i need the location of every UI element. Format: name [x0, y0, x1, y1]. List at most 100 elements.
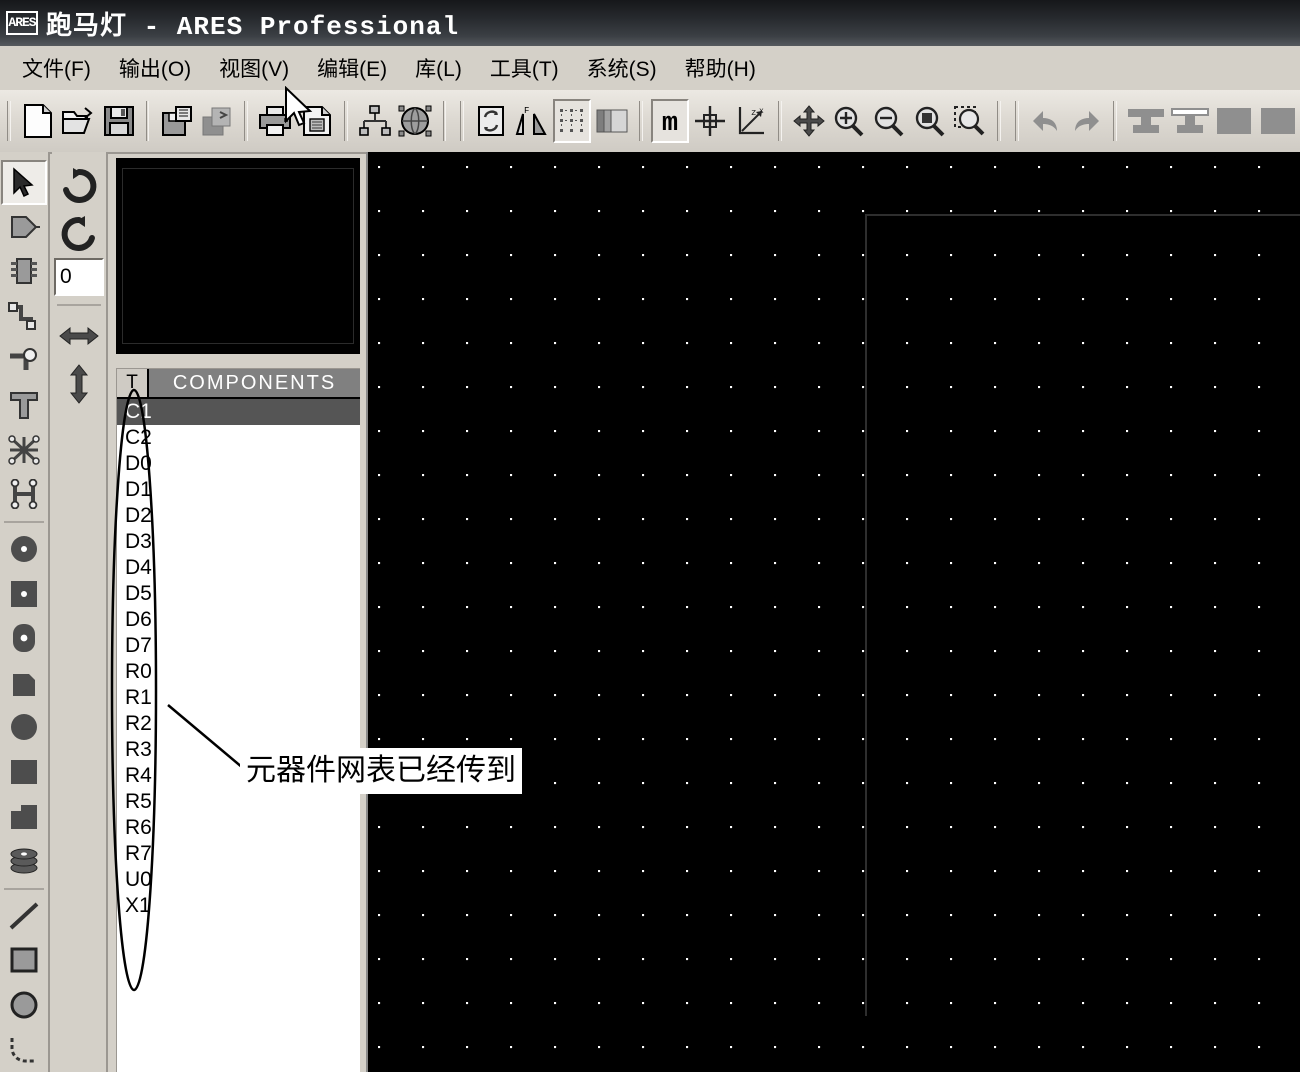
rotate-ccw-icon[interactable] — [54, 210, 104, 258]
menu-help[interactable]: 帮助(H) — [673, 51, 768, 85]
list-item[interactable]: D3 — [117, 529, 360, 555]
toolbar-divider — [639, 101, 643, 141]
list-item[interactable]: C1 — [117, 399, 360, 425]
3d-view-icon[interactable] — [396, 99, 434, 143]
menu-view[interactable]: 视图(V) — [207, 51, 301, 85]
refresh-netlist-icon[interactable] — [472, 99, 510, 143]
list-item[interactable]: U0 — [117, 867, 360, 893]
import-icon[interactable] — [157, 99, 195, 143]
line-2d-icon[interactable] — [1, 894, 47, 939]
ratsnest-mode-icon[interactable] — [1, 428, 47, 473]
via-mode-icon[interactable] — [1, 338, 47, 383]
overview-preview-panel[interactable] — [116, 158, 360, 354]
list-item[interactable]: X1 — [117, 893, 360, 919]
list-item[interactable]: D7 — [117, 633, 360, 659]
block-copy-icon[interactable] — [1125, 99, 1167, 143]
pad-stack-icon[interactable] — [1, 839, 47, 884]
pcb-editor-canvas[interactable] — [366, 152, 1300, 1072]
block-move-icon[interactable] — [1169, 99, 1211, 143]
svg-text:x: x — [759, 107, 764, 116]
list-item[interactable]: R7 — [117, 841, 360, 867]
toolbar-divider — [344, 101, 348, 141]
block-rotate-icon[interactable] — [1213, 99, 1255, 143]
circle-2d-icon[interactable] — [1, 983, 47, 1028]
layers-icon[interactable] — [593, 99, 631, 143]
menu-file[interactable]: 文件(F) — [10, 51, 103, 85]
menu-edit[interactable]: 编辑(E) — [305, 51, 399, 85]
overview-viewport — [122, 168, 354, 344]
component-mode-icon[interactable] — [1, 205, 47, 250]
grid-toggle-icon[interactable] — [552, 99, 591, 143]
block-delete-icon[interactable] — [1257, 99, 1299, 143]
list-item[interactable]: R6 — [117, 815, 360, 841]
mode-toolbar — [0, 152, 50, 1072]
rotation-angle-input[interactable]: 0 — [54, 258, 104, 296]
netlist-icon[interactable] — [356, 99, 394, 143]
board-edge-rectangle — [865, 214, 1300, 1016]
main-toolbar: F m z x — [0, 90, 1300, 154]
toolbar-divider — [57, 304, 101, 306]
zone-mode-icon[interactable] — [1, 383, 47, 428]
toolbar-divider — [777, 101, 782, 141]
list-item[interactable]: D6 — [117, 607, 360, 633]
save-disk-icon[interactable] — [99, 99, 137, 143]
dil-pad-icon[interactable] — [1, 616, 47, 661]
annotation-text: 元器件网表已经传到 — [240, 748, 522, 794]
ares-logo-icon: ARES — [6, 11, 38, 35]
svg-text:z: z — [751, 108, 756, 118]
track-mode-icon[interactable] — [1, 294, 47, 339]
list-item[interactable]: D0 — [117, 451, 360, 477]
toolbar-divider — [442, 101, 447, 141]
circular-smt-pad-icon[interactable] — [1, 705, 47, 750]
list-item[interactable]: D4 — [117, 555, 360, 581]
mirror-x-icon[interactable] — [54, 312, 104, 360]
false-origin-icon[interactable]: zx — [732, 99, 770, 143]
list-item[interactable]: R0 — [117, 659, 360, 685]
selection-arrow-icon[interactable] — [1, 160, 47, 205]
zoom-all-icon[interactable] — [911, 99, 949, 143]
new-file-icon[interactable] — [19, 99, 57, 143]
menu-library[interactable]: 库(L) — [403, 51, 474, 85]
design-rule-icon[interactable]: F — [512, 99, 550, 143]
undo-icon[interactable] — [1027, 99, 1065, 143]
mirror-y-icon[interactable] — [54, 360, 104, 408]
redo-icon[interactable] — [1067, 99, 1105, 143]
list-item[interactable]: D5 — [117, 581, 360, 607]
package-mode-icon[interactable] — [1, 249, 47, 294]
zoom-in-icon[interactable] — [830, 99, 868, 143]
components-column-header[interactable]: COMPONENTS — [149, 369, 360, 397]
polygonal-pad-icon[interactable] — [1, 794, 47, 839]
open-folder-icon[interactable] — [59, 99, 97, 143]
connectivity-icon[interactable] — [1, 472, 47, 517]
menu-system[interactable]: 系统(S) — [575, 51, 669, 85]
components-list-panel: T COMPONENTS C1 C2 D0 D1 D2 D3 D4 D5 D6 … — [116, 368, 360, 1072]
toolbar-divider — [7, 101, 11, 141]
zoom-area-icon[interactable] — [951, 99, 989, 143]
origin-icon[interactable] — [691, 99, 729, 143]
list-item[interactable]: D2 — [117, 503, 360, 529]
zoom-out-icon[interactable] — [870, 99, 908, 143]
toolbar-divider — [145, 101, 150, 141]
round-pad-icon[interactable] — [1, 527, 47, 572]
list-item[interactable]: D1 — [117, 477, 360, 503]
rotate-cw-icon[interactable] — [54, 162, 104, 210]
menu-tools[interactable]: 工具(T) — [478, 51, 571, 85]
toolbar-divider — [1015, 101, 1019, 141]
menu-output[interactable]: 输出(O) — [107, 51, 203, 85]
type-column-header[interactable]: T — [117, 369, 149, 397]
metric-icon[interactable]: m — [650, 99, 690, 143]
list-item[interactable]: R2 — [117, 711, 360, 737]
list-item[interactable]: R1 — [117, 685, 360, 711]
smt-pad-icon[interactable] — [1, 661, 47, 706]
arc-2d-icon[interactable] — [1, 1027, 47, 1072]
pan-icon[interactable] — [790, 99, 828, 143]
list-item[interactable]: C2 — [117, 425, 360, 451]
components-list-body[interactable]: C1 C2 D0 D1 D2 D3 D4 D5 D6 D7 R0 R1 R2 R… — [117, 399, 360, 1072]
export-icon[interactable] — [198, 99, 236, 143]
toolbar-divider — [4, 887, 44, 890]
square-pad-icon[interactable] — [1, 571, 47, 616]
box-2d-icon[interactable] — [1, 938, 47, 983]
window-title: 跑马灯 - ARES Professional — [46, 11, 460, 42]
rect-smt-pad-icon[interactable] — [1, 750, 47, 795]
menu-bar: 文件(F) 输出(O) 视图(V) 编辑(E) 库(L) 工具(T) 系统(S)… — [0, 46, 1300, 91]
